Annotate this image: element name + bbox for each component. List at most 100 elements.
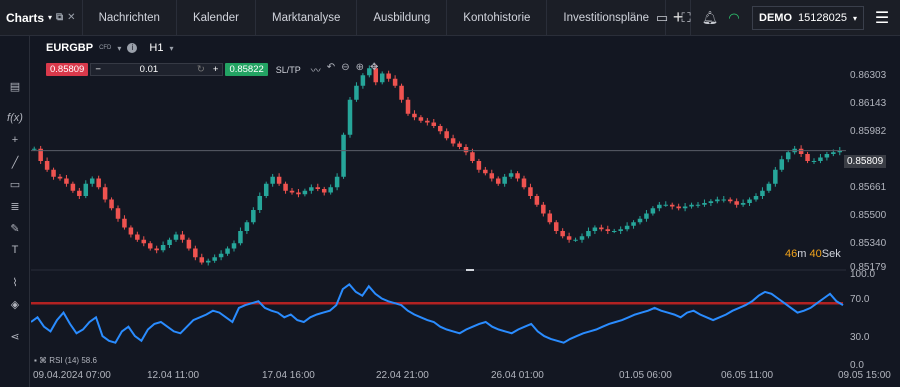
x-tick-label: 26.04 01:00	[491, 370, 544, 381]
candle-body	[818, 157, 823, 161]
tab-marktanalyse[interactable]: Marktanalyse	[254, 0, 356, 36]
candle-body	[573, 239, 578, 241]
buy-button[interactable]: 0.85822	[225, 63, 268, 76]
refresh-icon[interactable]: ↻	[193, 64, 209, 75]
candle-body	[605, 229, 611, 231]
candle-body	[193, 248, 198, 258]
countdown-m: m	[797, 248, 807, 260]
quantity-input[interactable]: 0.01	[105, 64, 193, 75]
candle-body	[547, 213, 553, 223]
candle-body	[805, 154, 810, 161]
account-type: DEMO	[759, 12, 793, 24]
move-icon[interactable]: ✥	[370, 62, 378, 77]
candle-body	[695, 204, 701, 206]
zoom-in-icon[interactable]: ⊕	[356, 62, 364, 77]
candle-body	[760, 190, 765, 196]
crosshair-icon[interactable]: +	[0, 130, 30, 150]
candle-body	[773, 169, 778, 184]
candle-body	[721, 199, 727, 201]
candle-body	[715, 199, 720, 202]
candle-body	[502, 176, 507, 184]
chevron-down-icon[interactable]: ▾	[169, 44, 173, 53]
candle-body	[831, 152, 836, 154]
candle-body	[334, 176, 340, 188]
candle-body	[44, 161, 50, 170]
candle-body	[418, 117, 424, 121]
decrease-button[interactable]: −	[91, 64, 105, 75]
candle-body	[650, 208, 656, 214]
zoom-out-icon[interactable]: ⊖	[341, 62, 349, 77]
text-tool-icon[interactable]: T	[0, 240, 30, 260]
undo-icon[interactable]: ↶	[327, 62, 335, 77]
candle-body	[83, 183, 89, 196]
line-tool-icon[interactable]: ╱	[0, 152, 30, 172]
candle-body	[218, 253, 224, 258]
account-selector[interactable]: DEMO 15128025 ▾	[752, 6, 864, 30]
tab-investitionsplaene[interactable]: Investitionspläne	[546, 0, 665, 36]
symbol-name[interactable]: EURGBP	[46, 42, 93, 54]
candle-body	[263, 183, 269, 196]
timeframe-selector[interactable]: H1	[149, 42, 163, 54]
chevron-down-icon[interactable]: ▾	[117, 44, 121, 53]
charts-menu[interactable]: Charts ▾ ⧉ ✕	[0, 0, 82, 36]
tab-nachrichten[interactable]: Nachrichten	[81, 0, 176, 36]
magnet-icon[interactable]: ⌇	[0, 272, 30, 292]
sell-button[interactable]: 0.85809	[46, 63, 89, 76]
x-tick-label: 09.04.2024 07:00	[33, 370, 111, 381]
layout-icon[interactable]: ▤	[0, 76, 30, 96]
candle-body	[476, 161, 482, 170]
increase-button[interactable]: +	[209, 64, 223, 75]
rsi-name: RSI (14)	[49, 356, 80, 365]
candle-body	[231, 243, 237, 249]
candle-body	[515, 173, 520, 179]
candle-body	[444, 131, 449, 139]
candle-body	[244, 222, 250, 231]
info-icon[interactable]: i	[127, 43, 138, 53]
brush-icon[interactable]: ✎	[0, 218, 30, 238]
layers-icon[interactable]: ◈	[0, 294, 30, 314]
candle-body	[483, 169, 488, 174]
detach-icon[interactable]: ⧉	[56, 12, 63, 23]
rectangle-tool-icon[interactable]: ▭	[0, 174, 30, 194]
countdown-s: Sek	[821, 248, 841, 260]
candle-body	[399, 85, 404, 100]
monitor-icon[interactable]: ▭	[650, 0, 674, 36]
tab-ausbildung[interactable]: Ausbildung	[356, 0, 446, 36]
candle-body	[51, 169, 56, 177]
candle-body	[637, 218, 643, 223]
candle-body	[173, 234, 179, 240]
chart-canvas[interactable]	[31, 36, 900, 387]
pane-resize-handle[interactable]	[466, 269, 474, 271]
candle-body	[276, 176, 282, 184]
candle-body	[747, 199, 752, 203]
sltp-button[interactable]: SL/TP	[276, 65, 301, 75]
candle-body	[489, 173, 495, 179]
candle-body	[508, 173, 514, 177]
candle-body	[57, 176, 63, 179]
close-icon[interactable]: ✕	[67, 12, 75, 23]
tab-kalender[interactable]: Kalender	[175, 0, 255, 36]
candle-body	[289, 190, 295, 193]
share-icon[interactable]: ⋖	[0, 326, 30, 346]
quantity-stepper: − 0.01 ↻ +	[90, 63, 224, 76]
network-icon[interactable]: ⛶	[674, 0, 698, 36]
fibonacci-icon[interactable]: ≣	[0, 196, 30, 216]
candle-body	[257, 196, 263, 210]
hamburger-menu-icon[interactable]: ☰	[864, 0, 900, 36]
y-tick-label: 0.86143	[850, 98, 887, 109]
candle-body	[560, 231, 565, 237]
chart-area[interactable]: EURGBP CFD ▾ i H1 ▾ 0.85809 − 0.01 ↻ + 0…	[31, 36, 900, 387]
y-tick-label: 0.86303	[850, 70, 887, 81]
candle-body	[798, 148, 804, 154]
candle-body	[676, 206, 681, 209]
candle-body	[702, 203, 707, 205]
candle-body	[70, 183, 76, 191]
indicator-icon[interactable]: f(x)	[0, 108, 30, 128]
bell-icon[interactable]: 🔔︎	[698, 0, 722, 36]
candle-body	[611, 231, 617, 232]
eye-icon[interactable]: ▪ ⌘	[34, 356, 47, 365]
chart-type-icon[interactable]: 〰	[311, 62, 321, 77]
tab-kontohistorie[interactable]: Kontohistorie	[446, 0, 546, 36]
y-tick-label: 0.85500	[850, 210, 887, 221]
x-tick-label: 17.04 16:00	[262, 370, 315, 381]
